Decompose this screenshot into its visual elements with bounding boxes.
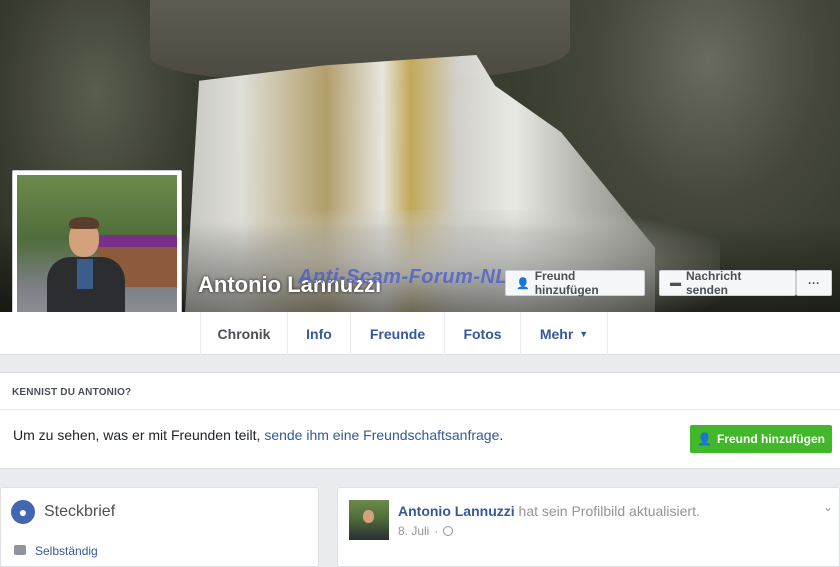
add-friend-label: Freund hinzufügen bbox=[534, 269, 599, 297]
know-him-message: Um zu sehen, was er mit Freunden teilt, bbox=[13, 427, 265, 443]
about-work[interactable]: Selbständig bbox=[35, 544, 98, 558]
profile-photo bbox=[17, 175, 177, 335]
post-separator: · bbox=[434, 524, 439, 538]
message-icon: ▬ bbox=[670, 277, 681, 289]
more-options-icon: ··· bbox=[808, 276, 820, 290]
know-him-text: Um zu sehen, was er mit Freunden teilt, … bbox=[13, 427, 503, 443]
add-friend-icon: 👤 bbox=[516, 277, 530, 290]
post-action: hat sein Profilbild aktualisiert. bbox=[514, 503, 700, 519]
add-friend-button[interactable]: 👤 Freund hinzufügen bbox=[505, 269, 645, 297]
more-options-button[interactable]: ··· bbox=[796, 270, 832, 296]
about-card: ● Steckbrief Selbständig bbox=[0, 487, 319, 567]
globe-icon: ● bbox=[11, 500, 35, 524]
caret-down-icon: ▼ bbox=[579, 328, 589, 339]
tab-photos[interactable]: Fotos bbox=[445, 312, 521, 355]
know-him-box: KENNIST DU ANTONIO? Um zu sehen, was er … bbox=[0, 372, 840, 469]
post-meta: 8. Juli · bbox=[398, 524, 454, 538]
add-friend-green-label: Freund hinzufügen bbox=[716, 432, 825, 446]
know-him-suffix: . bbox=[499, 427, 504, 443]
about-title: Steckbrief bbox=[44, 503, 116, 520]
audience-globe-icon[interactable] bbox=[443, 526, 454, 536]
profile-tabs: Chronik Info Freunde Fotos Mehr ▼ bbox=[0, 312, 840, 355]
tab-friends[interactable]: Freunde bbox=[351, 312, 445, 355]
add-friend-icon: 👤 bbox=[697, 432, 712, 446]
tab-info[interactable]: Info bbox=[288, 312, 351, 355]
tab-more[interactable]: Mehr ▼ bbox=[521, 312, 608, 355]
tab-more-label: Mehr bbox=[539, 325, 574, 342]
chevron-down-icon[interactable]: ⌄ bbox=[823, 500, 833, 514]
know-him-heading: KENNIST DU ANTONIO? bbox=[12, 387, 132, 398]
post-avatar[interactable] bbox=[349, 500, 389, 540]
post-headline: Antonio Lannuzzi hat sein Profilbild akt… bbox=[398, 503, 700, 519]
friend-request-link[interactable]: sende ihm eine Freundschaftsanfrage bbox=[264, 427, 499, 443]
send-message-label: Nachricht senden bbox=[686, 269, 742, 297]
watermark: Anti-Scam-Forum-NL bbox=[298, 266, 509, 288]
send-message-button[interactable]: ▬ Nachricht senden bbox=[659, 269, 796, 297]
add-friend-green-button[interactable]: 👤 Freund hinzufügen bbox=[690, 425, 832, 453]
timeline-post: Antonio Lannuzzi hat sein Profilbild akt… bbox=[337, 487, 840, 567]
tab-timeline[interactable]: Chronik bbox=[200, 312, 288, 355]
post-author[interactable]: Antonio Lannuzzi bbox=[398, 503, 515, 519]
post-date[interactable]: 8. Juli bbox=[398, 524, 429, 538]
divider bbox=[0, 409, 840, 410]
